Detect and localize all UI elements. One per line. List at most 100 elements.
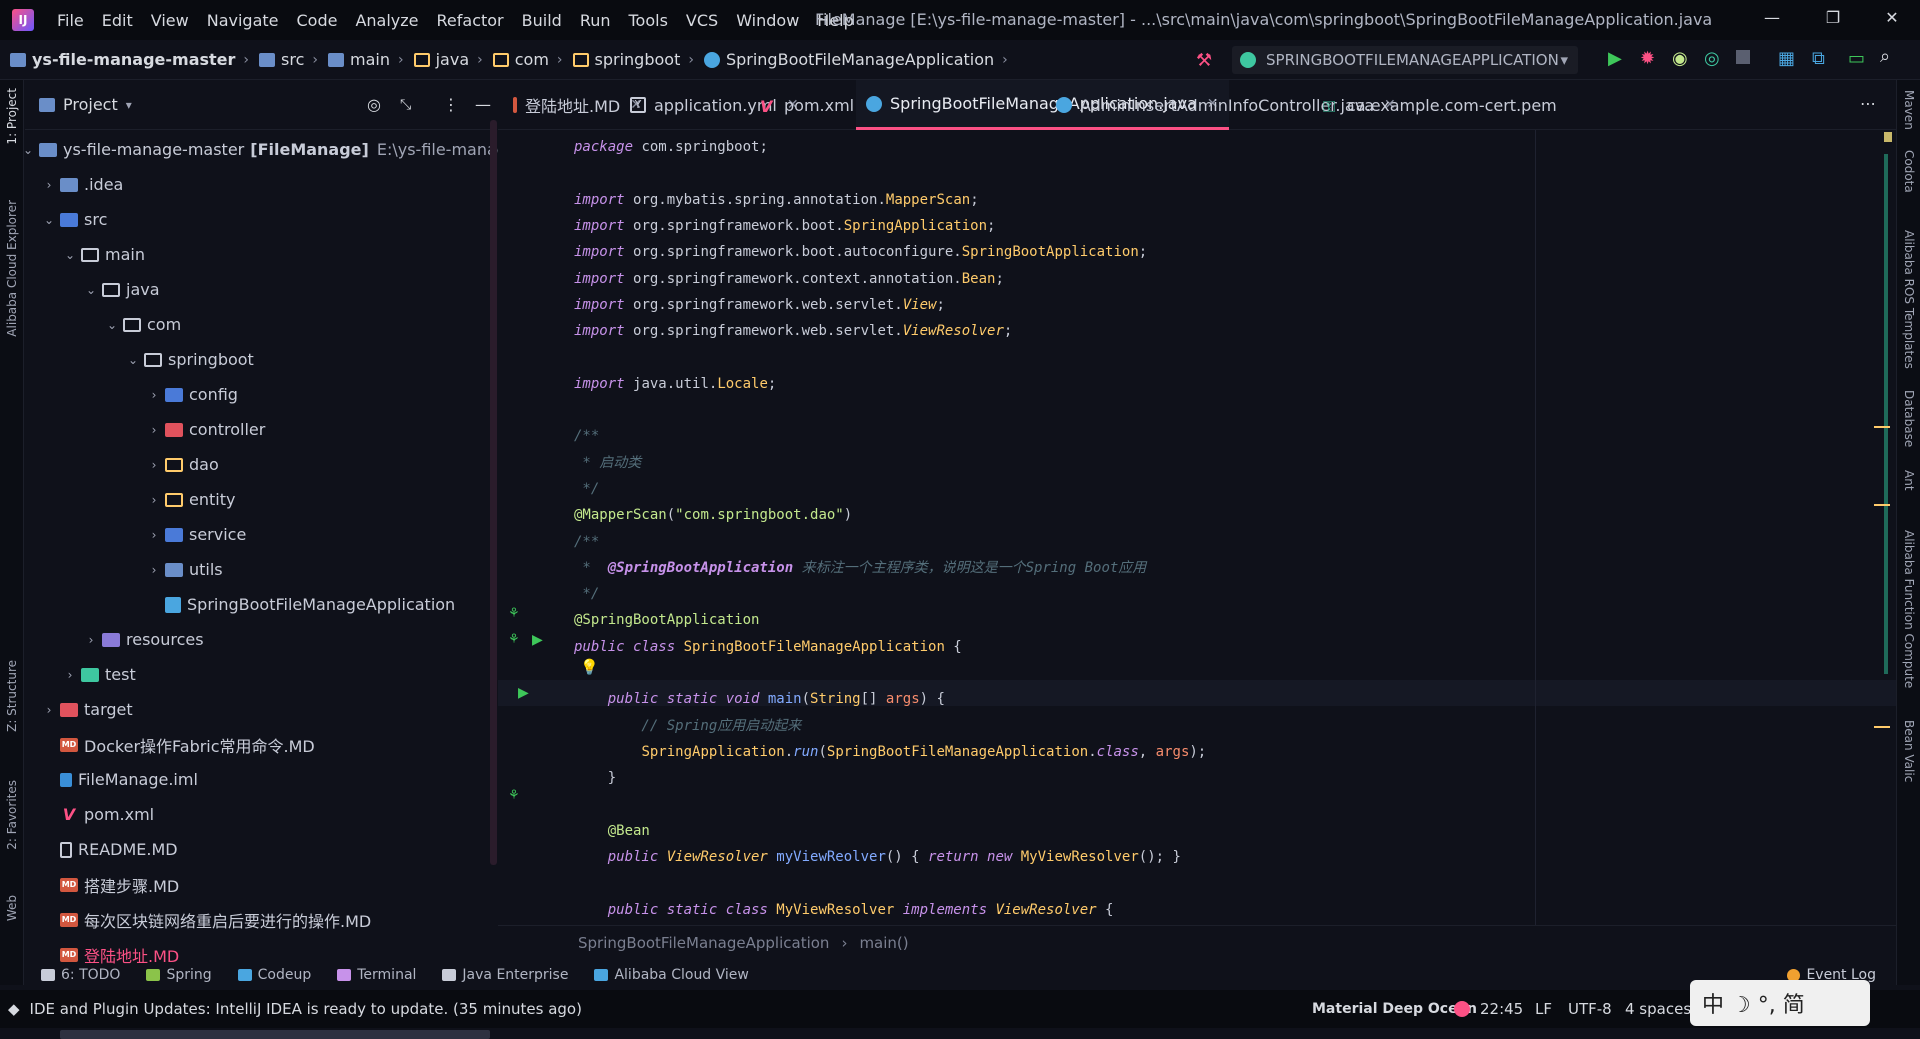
code-line[interactable]: /**: [574, 529, 599, 555]
run-class-gutter-icon[interactable]: ▶: [532, 632, 543, 648]
spring-app-gutter-icon[interactable]: ⚘: [508, 632, 520, 647]
tree-item[interactable]: › entity: [147, 482, 236, 517]
chevron-right-icon[interactable]: ›: [147, 423, 161, 437]
tool-window-terminal[interactable]: Terminal: [337, 967, 416, 983]
breadcrumb-item[interactable]: SpringBootFileManageApplication ›: [694, 50, 1008, 69]
spring-bean-gutter-icon[interactable]: ⚘: [508, 606, 520, 621]
chevron-right-icon[interactable]: ›: [42, 703, 56, 717]
tree-item[interactable]: MD 搭建步骤.MD: [42, 867, 179, 902]
translate-icon[interactable]: ⧉: [1812, 48, 1828, 69]
code-line[interactable]: */: [574, 476, 599, 502]
spring-bean-gutter-icon-2[interactable]: ⚘: [508, 788, 520, 803]
code-line[interactable]: * 启动类: [574, 450, 641, 476]
code-line[interactable]: import java.util.Locale;: [574, 371, 776, 397]
code-line[interactable]: import org.springframework.web.servlet.V…: [574, 292, 945, 318]
chevron-right-icon[interactable]: ›: [147, 458, 161, 472]
tree-item[interactable]: › service: [147, 517, 247, 552]
chevron-right-icon[interactable]: ›: [84, 633, 98, 647]
restore-button[interactable]: ❐: [1823, 8, 1843, 27]
intellij-logo-icon[interactable]: IJ: [12, 9, 34, 31]
chevron-right-icon[interactable]: ›: [147, 493, 161, 507]
code-line[interactable]: import org.springframework.boot.SpringAp…: [574, 213, 995, 239]
chevron-down-icon[interactable]: ⌄: [84, 283, 98, 297]
code-line[interactable]: @MapperScan("com.springboot.dao"): [574, 502, 852, 528]
menu-run[interactable]: Run: [571, 11, 620, 30]
collapse-all-icon[interactable]: ⤡: [400, 97, 411, 113]
chevron-down-icon[interactable]: ⌄: [126, 353, 140, 367]
code-editor[interactable]: ⚘ ⚘ ▶ ▶ 💡 ⚘ package com.springboot; impor…: [498, 130, 1896, 925]
breadcrumb-method[interactable]: main(): [859, 934, 908, 952]
theme-label[interactable]: Material Deep Ocean: [1312, 1001, 1477, 1017]
right-tool-tab[interactable]: Codota: [1902, 150, 1916, 193]
run-icon[interactable]: ▶: [1608, 48, 1624, 69]
code-line[interactable]: * @SpringBootApplication 来标注一个主程序类，说明这是一…: [574, 555, 1146, 581]
file-encoding[interactable]: UTF-8: [1568, 1000, 1612, 1018]
chevron-down-icon[interactable]: ⌄: [105, 318, 119, 332]
tab-ca-example-com-cert-pem[interactable]: ⚿ ca.example.com-cert.pem: [1313, 80, 1567, 130]
right-tool-tab[interactable]: Ant: [1902, 470, 1916, 491]
menu-window[interactable]: Window: [727, 11, 808, 30]
coverage-icon[interactable]: ◉: [1672, 48, 1688, 69]
chevron-right-icon[interactable]: ›: [147, 563, 161, 577]
code-line[interactable]: // Spring应用启动起来: [574, 713, 801, 739]
right-tool-tab[interactable]: Alibaba ROS Templates: [1902, 230, 1916, 369]
code-line[interactable]: import org.mybatis.spring.annotation.Map…: [574, 187, 979, 213]
code-line[interactable]: package com.springboot;: [574, 134, 768, 160]
chevron-right-icon[interactable]: ›: [63, 668, 77, 682]
menu-view[interactable]: View: [142, 11, 198, 30]
code-line[interactable]: import org.springframework.context.annot…: [574, 266, 1004, 292]
breadcrumb-item[interactable]: main ›: [318, 50, 404, 69]
line-separator[interactable]: LF: [1535, 1000, 1552, 1018]
code-line[interactable]: import org.springframework.web.servlet.V…: [574, 318, 1012, 344]
tree-item[interactable]: FileManage.iml: [42, 762, 198, 797]
favorites-tool-tab[interactable]: 2: Favorites: [5, 780, 19, 850]
inspection-marker[interactable]: [1884, 132, 1892, 142]
tree-item[interactable]: › target: [42, 692, 133, 727]
code-line[interactable]: public static void main(String[] args) {: [574, 686, 945, 712]
tree-item[interactable]: › controller: [147, 412, 266, 447]
menu-edit[interactable]: Edit: [93, 11, 142, 30]
menu-tools[interactable]: Tools: [620, 11, 677, 30]
tool-window-6-todo[interactable]: 6: TODO: [41, 967, 120, 983]
build-hammer-icon[interactable]: ⚒: [1196, 50, 1212, 71]
horizontal-scrollbar[interactable]: [60, 1030, 490, 1039]
tree-item[interactable]: ⌄ src: [42, 202, 107, 237]
run-configuration-select[interactable]: SPRINGBOOTFILEMANAGEAPPLICATION ▾: [1232, 46, 1578, 74]
breadcrumb-item[interactable]: com ›: [483, 50, 563, 69]
search-icon[interactable]: ⌕: [1880, 46, 1896, 67]
structure-tool-tab[interactable]: Z: Structure: [5, 660, 19, 732]
menu-vcs[interactable]: VCS: [677, 11, 727, 30]
minimize-button[interactable]: —: [1762, 8, 1782, 27]
profile-icon[interactable]: ◎: [1704, 48, 1720, 69]
chevron-down-icon[interactable]: ⌄: [21, 143, 35, 157]
tree-item[interactable]: ⌄ com: [105, 307, 181, 342]
chevron-right-icon[interactable]: ›: [42, 178, 56, 192]
tree-item[interactable]: › .idea: [42, 167, 124, 202]
tool-window-spring[interactable]: Spring: [146, 967, 212, 983]
code-line[interactable]: import org.springframework.boot.autoconf…: [574, 239, 1147, 265]
right-tool-tab[interactable]: Bean Valic: [1902, 720, 1916, 782]
tree-item[interactable]: Vpom.xml: [42, 797, 154, 832]
project-scrollbar[interactable]: [490, 120, 497, 865]
project-structure-icon[interactable]: ▦: [1778, 48, 1795, 69]
code-line[interactable]: SpringApplication.run(SpringBootFileMana…: [574, 739, 1206, 765]
chevron-down-icon[interactable]: ⌄: [42, 213, 56, 227]
code-line[interactable]: @SpringBootApplication: [574, 607, 759, 633]
tree-item[interactable]: MD 每次区块链网络重启后要进行的操作.MD: [42, 902, 371, 937]
more-tabs-button[interactable]: ⋯: [1860, 94, 1876, 113]
breadcrumb-class[interactable]: SpringBootFileManageApplication: [578, 934, 829, 952]
updates-icon[interactable]: ◆: [8, 1000, 20, 1018]
code-line[interactable]: public class SpringBootFileManageApplica…: [574, 634, 962, 660]
tool-window-alibaba-cloud-view[interactable]: Alibaba Cloud View: [594, 967, 749, 983]
indent-setting[interactable]: 4 spaces: [1625, 1000, 1691, 1018]
tree-item[interactable]: › dao: [147, 447, 219, 482]
debug-icon[interactable]: ✹: [1640, 48, 1656, 69]
code-line[interactable]: @Bean: [574, 818, 650, 844]
code-line[interactable]: }: [574, 765, 616, 791]
caret-position[interactable]: 22:45: [1480, 1000, 1523, 1018]
close-window-button[interactable]: ✕: [1882, 8, 1902, 27]
tree-item[interactable]: SpringBootFileManageApplication: [147, 587, 455, 622]
code-line[interactable]: public ViewResolver myViewReolver() { re…: [574, 844, 1181, 870]
tree-item[interactable]: ⌄ java: [84, 272, 160, 307]
menu-analyze[interactable]: Analyze: [346, 11, 427, 30]
